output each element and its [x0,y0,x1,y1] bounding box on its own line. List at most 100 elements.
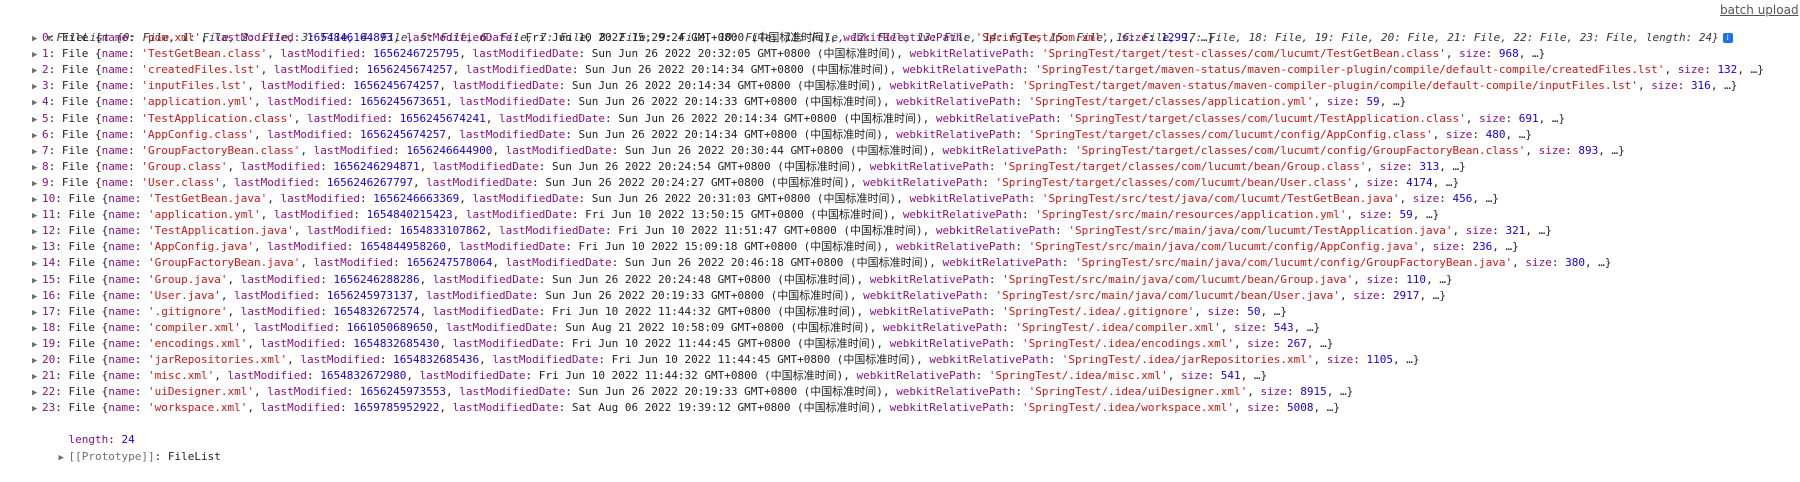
punct: , [1419,240,1433,254]
file-row[interactable]: ▶ 8: File {name: 'Group.class', lastModif… [20,159,1800,175]
expand-triangle-icon[interactable]: ▶ [32,224,42,240]
punct: : [353,63,367,77]
expand-triangle-icon[interactable]: ▶ [32,31,42,47]
key-path: webkitRelativePath [856,369,976,383]
file-row[interactable]: ▶ 7: File {name: 'GroupFactoryBean.class'… [20,143,1800,159]
punct: : [55,208,69,222]
file-lastmodifieddate: Sun Jun 26 2022 20:31:03 GMT+0800 (中国标准时… [591,192,897,206]
file-row[interactable]: ▶ 20: File {name: 'jarRepositories.xml', … [20,352,1800,368]
punct: : [55,304,69,318]
punct: , [1339,288,1354,302]
punct: : [340,336,354,350]
punct: : [1505,111,1519,125]
expand-triangle-icon[interactable]: ▶ [32,337,42,353]
key-path: webkitRelativePath [863,288,983,302]
file-name: User.class [148,175,215,189]
punct: : [1002,320,1016,334]
punct: : [48,127,62,141]
expand-triangle-icon[interactable]: ▶ [32,273,42,289]
file-row[interactable]: ▶ 4: File {name: 'application.yml', lastM… [20,94,1800,110]
punct: : [1028,192,1042,206]
expand-triangle-icon[interactable]: ▶ [32,321,42,337]
quote: ' [234,320,241,334]
key-lastmodifieddate: lastModifiedDate [472,47,579,61]
ellipsis: … [1406,352,1413,366]
expand-triangle-icon[interactable]: ▶ [32,47,42,63]
punct: , [1512,256,1526,270]
file-row[interactable]: ▶ 17: File {name: '.gitignore', lastModif… [20,304,1800,320]
file-lastmodified: 1659785952922 [353,401,440,415]
quote: ' [1214,320,1221,334]
file-row[interactable]: ▶ 22: File {name: 'uiDesigner.xml', lastM… [20,384,1800,400]
file-row[interactable]: ▶ 15: File {name: 'Group.java', lastModif… [20,272,1800,288]
file-row[interactable]: ▶ 11: File {name: 'application.yml', last… [20,207,1800,223]
punct: : [552,320,566,334]
file-row[interactable]: ▶ 3: File {name: 'inputFiles.lst', lastMo… [20,78,1800,94]
punct: : [571,63,586,77]
expand-triangle-icon[interactable]: ▶ [32,305,42,321]
punct: : [532,288,546,302]
file-row[interactable]: ▶ 9: File {name: 'User.class', lastModifi… [20,175,1800,191]
file-row[interactable]: ▶ 23: File {name: 'workspace.xml', lastMo… [20,400,1800,416]
key-lastmodified: lastModified [267,95,347,109]
expand-triangle-icon[interactable]: ▶ [32,353,42,369]
punct: : [340,79,354,93]
expand-triangle-icon[interactable]: ▶ [32,160,42,176]
punct: , [492,143,506,157]
key-lastmodifieddate: lastModifiedDate [505,256,612,270]
file-row[interactable]: ▶ 12: File {name: 'TestApplication.java',… [20,223,1800,239]
file-row[interactable]: ▶ 14: File {name: 'GroupFactoryBean.java'… [20,255,1800,271]
expand-triangle-icon[interactable]: ▶ [32,63,42,79]
punct: , [1399,192,1413,206]
expand-triangle-icon[interactable]: ▶ [32,401,42,417]
expand-triangle-icon[interactable]: ▶ [32,369,42,385]
expand-triangle-icon[interactable]: ▶ [32,208,42,224]
expand-triangle-icon[interactable]: ▶ [32,385,42,401]
punct: , [882,95,897,109]
filelist-header[interactable]: ▼ FileList {0: File, 1: File, 2: File, 3:… [20,14,1800,44]
file-index: 11 [42,208,56,222]
punct: , [1379,95,1393,109]
file-row[interactable]: ▶ 21: File {name: 'misc.xml', lastModifie… [20,368,1800,384]
expand-triangle-icon[interactable]: ▶ [32,256,42,272]
punct: , [1525,224,1539,238]
file-row[interactable]: ▶ 1: File {name: 'TestGetBean.class', las… [20,46,1800,62]
expand-triangle-icon[interactable]: ▶ [59,450,69,466]
expand-triangle-icon[interactable]: ▶ [32,176,42,192]
key-path: webkitRelativePath [935,224,1056,238]
expand-triangle-icon[interactable]: ▶ [32,144,42,160]
expand-triangle-icon[interactable]: ▶ [32,112,42,128]
expand-triangle-icon[interactable]: ▶ [32,289,42,305]
file-type: File [68,192,96,206]
expand-triangle-icon[interactable]: ▶ [32,240,42,256]
expand-triangle-icon[interactable]: ▶ [32,192,42,208]
file-row[interactable]: ▶ 16: File {name: 'User.java', lastModifi… [20,288,1800,304]
quote: ' [194,31,201,45]
punct: : [1439,192,1453,206]
file-row[interactable]: ▶ 18: File {name: 'compiler.xml', lastMod… [20,320,1800,336]
punct: { [88,127,102,141]
expand-triangle-icon[interactable]: ▶ [32,128,42,144]
punct: : [1055,111,1069,125]
prototype-row[interactable]: ▶ [[Prototype]]: FileList [20,432,1800,463]
punct: : [538,304,553,318]
info-icon[interactable]: i [1722,33,1733,44]
file-row[interactable]: ▶ 5: File {name: 'TestApplication.class',… [20,111,1800,127]
file-lastmodified: 1656246725795 [373,47,460,61]
expand-triangle-icon[interactable]: ▶ [32,95,42,111]
file-lastmodified: 1656245674257 [353,79,440,93]
file-row[interactable]: ▶ 19: File {name: 'encodings.xml', lastMo… [20,336,1800,352]
expand-triangle-icon[interactable]: ▶ [32,79,42,95]
file-row[interactable]: ▶ 2: File {name: 'createdFiles.lst', last… [20,62,1800,78]
quote: ' [1227,336,1234,350]
punct: : [578,47,592,61]
file-size: 4174 [1406,175,1433,189]
key-lastmodified: lastModified [306,111,387,125]
file-row[interactable]: ▶ 6: File {name: 'AppConfig.class', lastM… [20,127,1800,143]
punct: , [459,47,473,61]
file-type: File [61,31,89,45]
file-row[interactable]: ▶ 13: File {name: 'AppConfig.java', lastM… [20,239,1800,255]
file-row[interactable]: ▶ 10: File {name: 'TestGetBean.java', las… [20,191,1800,207]
file-name: GroupFactoryBean.java [154,256,294,270]
file-size: 321 [1505,224,1526,238]
